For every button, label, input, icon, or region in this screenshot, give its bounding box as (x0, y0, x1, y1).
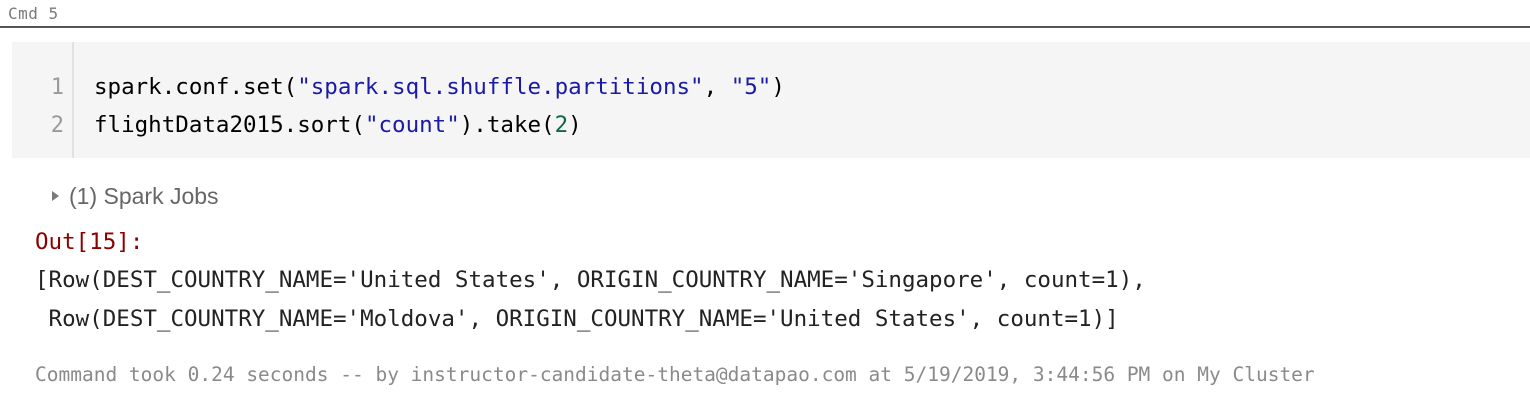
code-token: ) (771, 74, 785, 100)
line-number-gutter: 1 2 (12, 42, 74, 158)
code-token: , (703, 74, 731, 100)
command-status: Command took 0.24 seconds -- by instruct… (35, 363, 1315, 386)
code-line[interactable]: flightData2015.sort("count").take(2) (94, 112, 582, 138)
code-editor[interactable]: 1 2 spark.conf.set("spark.sql.shuffle.pa… (12, 42, 1530, 158)
notebook-cell: Cmd 5 1 2 spark.conf.set("spark.sql.shuf… (0, 0, 1530, 402)
code-token: flightData2015.sort( (94, 112, 365, 138)
code-string: "count" (364, 112, 460, 138)
code-token: ) (568, 112, 582, 138)
line-number: 2 (50, 113, 64, 138)
code-line[interactable]: spark.conf.set("spark.sql.shuffle.partit… (94, 74, 785, 100)
output-line: Row(DEST_COUNTRY_NAME='Moldova', ORIGIN_… (35, 306, 1119, 332)
line-number: 1 (50, 75, 64, 100)
output-line: [Row(DEST_COUNTRY_NAME='United States', … (35, 267, 1146, 293)
command-label: Cmd 5 (8, 4, 59, 23)
spark-jobs-toggle[interactable]: (1) Spark Jobs (52, 183, 219, 210)
code-token: spark.conf.set( (94, 74, 298, 100)
code-string: "5" (730, 74, 772, 100)
output-label: Out[15]: (35, 229, 144, 255)
cell-header: Cmd 5 (0, 0, 1530, 28)
code-string: "spark.sql.shuffle.partitions" (297, 74, 704, 100)
spark-jobs-label: (1) Spark Jobs (69, 183, 219, 209)
caret-right-icon (52, 190, 59, 201)
code-number: 2 (554, 112, 569, 138)
code-token: ).take( (459, 112, 555, 138)
